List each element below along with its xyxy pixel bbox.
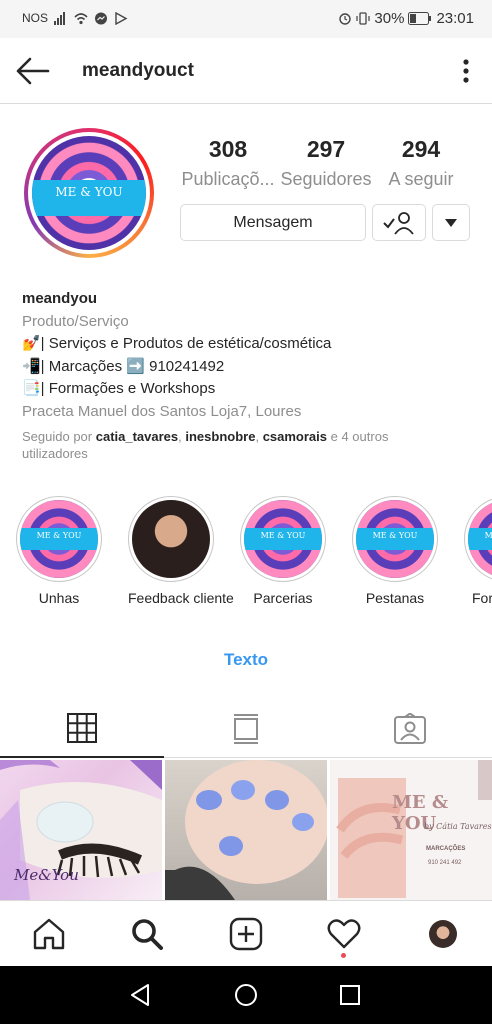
posts-label: Publicaçõ... <box>181 169 275 189</box>
following-button[interactable] <box>372 204 426 241</box>
tab-feed[interactable] <box>164 700 328 758</box>
message-button[interactable]: Mensagem <box>180 204 366 241</box>
posts-count: 308 <box>208 136 248 162</box>
bottom-nav <box>0 900 492 966</box>
battery-icon <box>408 12 432 25</box>
activity-heart-icon <box>327 919 361 949</box>
followers-label: Seguidores <box>280 169 372 189</box>
bio-line: 📲| Marcações ➡️ 910241492 <box>22 357 225 375</box>
top-nav: meandyouct <box>0 38 492 104</box>
promo-booking: MARCAÇÕES <box>426 846 466 852</box>
post-grid: Me&You ME & YOU by Cátia Tavares MARCAÇÕ… <box>0 760 492 900</box>
profile-address[interactable]: Praceta Manuel dos Santos Loja7, Loures <box>22 401 472 424</box>
alarm-icon <box>339 13 352 25</box>
nav-activity[interactable] <box>324 915 364 953</box>
profile-name: meandyou <box>22 290 98 307</box>
highlight-unhas[interactable]: ME & YOU Unhas <box>16 496 102 606</box>
post-thumbnail[interactable]: ME & YOU by Cátia Tavares MARCAÇÕES 910 … <box>330 760 492 900</box>
followers-count: 297 <box>306 136 346 162</box>
followed-by-text[interactable]: Seguido por catia_tavares, inesbnobre, c… <box>22 428 452 462</box>
triangle-back-icon <box>131 984 149 1006</box>
highlight-feedback[interactable]: Feedback cliente <box>128 496 234 606</box>
system-home-button[interactable] <box>231 980 261 1010</box>
vibrate-icon <box>356 12 371 25</box>
bio-section: meandyou Produto/Serviço 💅| Serviços e P… <box>22 288 472 423</box>
tagged-icon <box>394 713 426 744</box>
back-arrow-icon <box>16 57 50 85</box>
page-title: meandyouct <box>82 60 194 81</box>
highlight-pestanas[interactable]: ME & YOU Pestanas <box>352 496 438 606</box>
system-nav-bar <box>0 966 492 1024</box>
promo-phone: 910 241 492 <box>428 860 462 866</box>
bio-line: 📑| Formações e Workshops <box>22 380 216 397</box>
post-caption: Me&You <box>14 866 79 884</box>
highlight-cover: ME & YOU <box>356 500 434 578</box>
status-left: NOS <box>22 11 128 25</box>
post-thumbnail[interactable]: Me&You <box>0 760 162 900</box>
profile-avatar[interactable]: ME & YOU <box>24 128 154 258</box>
wifi-icon <box>74 12 88 24</box>
highlight-cover <box>132 500 210 578</box>
home-icon <box>33 918 65 950</box>
back-button[interactable] <box>12 54 52 88</box>
signal-icon <box>54 11 66 25</box>
follower-link[interactable]: catia_tavares <box>96 429 178 444</box>
carrier-label: NOS <box>22 11 49 25</box>
messenger-icon <box>95 12 108 24</box>
system-recents-button[interactable] <box>335 980 365 1010</box>
nails-photo <box>165 760 327 900</box>
more-vertical-icon <box>463 59 469 83</box>
highlight-label: Pestanas <box>365 590 425 606</box>
following-count: 294 <box>401 136 441 162</box>
brand-logo: ME & YOU <box>32 136 146 250</box>
search-icon <box>132 919 163 950</box>
stat-following[interactable]: 294 A seguir <box>378 136 464 190</box>
add-post-icon <box>229 917 263 951</box>
play-store-icon <box>115 11 128 25</box>
promo-subtitle: by Cátia Tavares <box>424 822 492 831</box>
profile-avatar-icon <box>429 920 457 948</box>
stat-followers[interactable]: 297 Seguidores <box>276 136 376 190</box>
tab-grid[interactable] <box>0 700 164 758</box>
suggestions-dropdown-button[interactable] <box>432 204 470 241</box>
bio-line: 💅| Serviços e Produtos de estética/cosmé… <box>22 335 332 352</box>
system-back-button[interactable] <box>126 980 156 1010</box>
circle-home-icon <box>235 984 257 1006</box>
person-check-icon <box>383 211 414 235</box>
stat-posts[interactable]: 308 Publicaçõ... <box>178 136 278 190</box>
highlight-cover: ME & YOU <box>20 500 98 578</box>
square-recents-icon <box>340 985 360 1005</box>
highlight-formacoes[interactable]: ME & YOU For <box>464 496 492 606</box>
tab-tagged[interactable] <box>328 700 492 758</box>
clock: 23:01 <box>436 10 474 27</box>
feed-icon <box>234 714 258 744</box>
highlight-label: Parcerias <box>253 590 313 606</box>
follower-link[interactable]: inesbnobre <box>185 429 255 444</box>
highlight-label: For <box>472 590 492 606</box>
nav-profile[interactable] <box>423 915 463 953</box>
profile-category: Produto/Serviço <box>22 312 129 330</box>
following-label: A seguir <box>388 169 454 189</box>
status-bar: NOS 30% 23:01 <box>0 0 492 38</box>
highlight-cover: ME & YOU <box>468 500 492 578</box>
nav-home[interactable] <box>29 915 69 953</box>
more-options-button[interactable] <box>452 54 480 88</box>
activity-notification-dot <box>341 953 346 958</box>
highlight-parcerias[interactable]: ME & YOU Parcerias <box>240 496 326 606</box>
caret-down-icon <box>445 218 457 227</box>
status-right: 30% 23:01 <box>338 10 474 27</box>
texto-link[interactable]: Texto <box>0 650 492 670</box>
grid-icon <box>67 713 97 743</box>
follower-link[interactable]: csamorais <box>263 429 327 444</box>
highlight-label: Unhas <box>38 590 80 606</box>
post-thumbnail[interactable] <box>165 760 327 900</box>
highlight-label: Feedback cliente <box>128 590 234 606</box>
profile-tabs <box>0 700 492 758</box>
highlight-cover: ME & YOU <box>244 500 322 578</box>
nav-new-post[interactable] <box>226 915 266 953</box>
battery-percent: 30% <box>374 10 405 27</box>
logo-text: ME & YOU <box>55 185 123 199</box>
nav-search[interactable] <box>127 915 167 953</box>
